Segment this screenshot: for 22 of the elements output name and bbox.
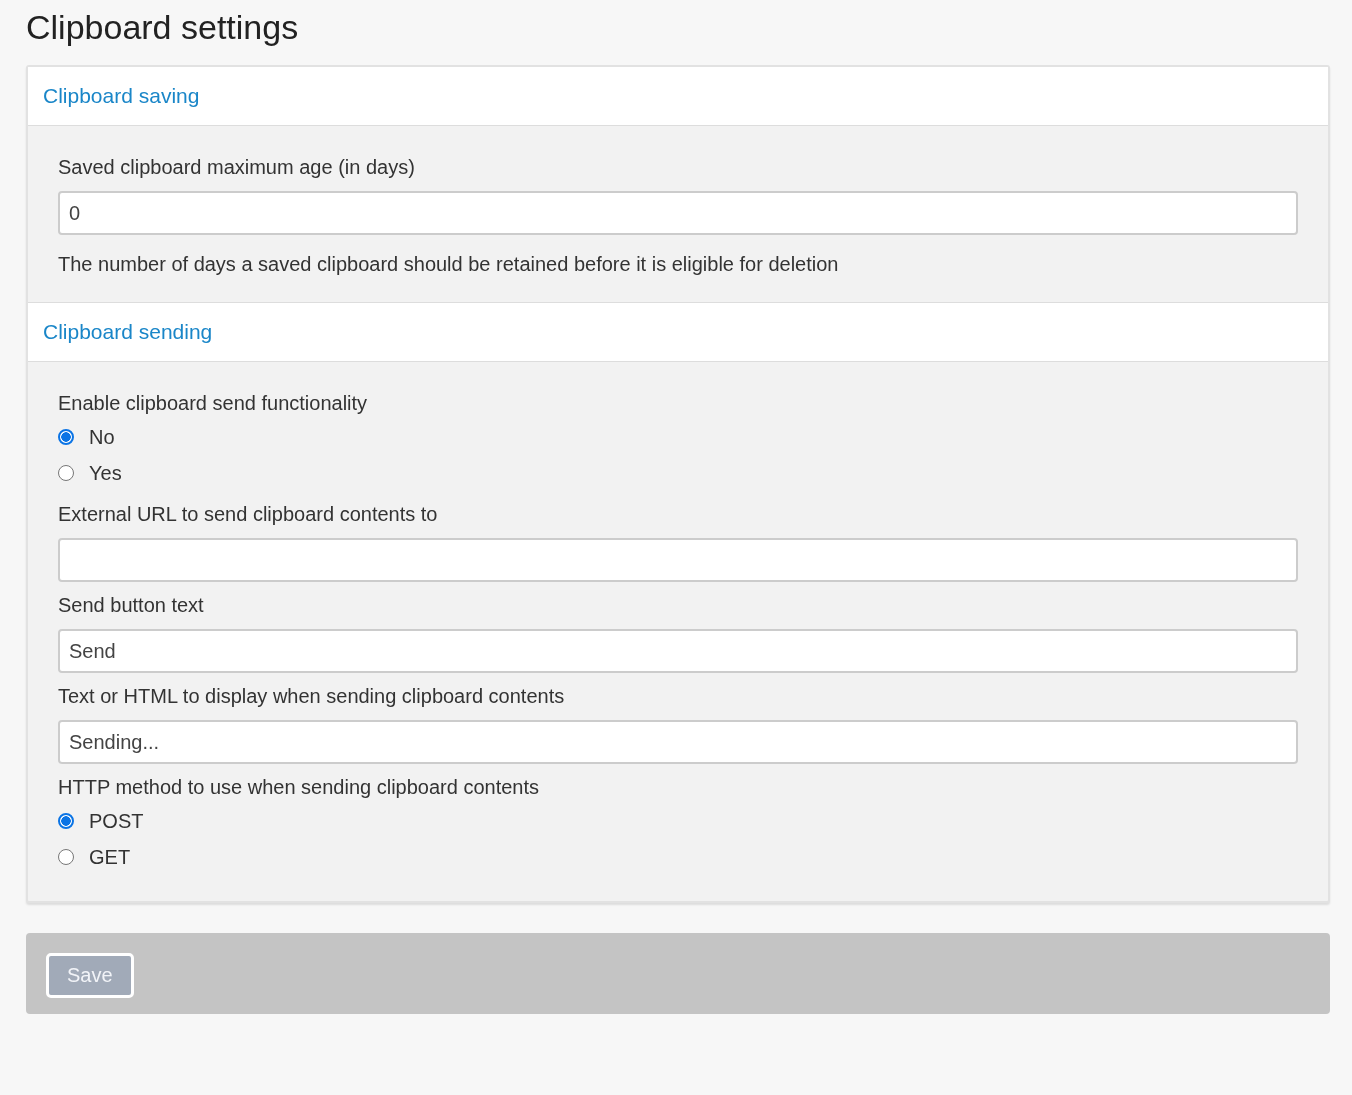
page-title: Clipboard settings bbox=[26, 8, 300, 47]
section-title: Clipboard saving bbox=[43, 84, 200, 108]
text-input-field[interactable] bbox=[58, 538, 1298, 582]
radio-label[interactable]: Yes bbox=[89, 461, 122, 485]
radio-button[interactable] bbox=[58, 849, 74, 865]
field-label: HTTP method to use when sending clipboard contents bbox=[58, 776, 541, 799]
radio-label[interactable]: No bbox=[89, 425, 115, 449]
text-input-field[interactable]: 0 bbox=[58, 191, 1298, 235]
radio-label[interactable]: GET bbox=[89, 845, 131, 869]
radio-label[interactable]: POST bbox=[89, 809, 144, 833]
field-label: Send button text bbox=[58, 594, 205, 617]
text-input-field[interactable]: Send bbox=[58, 629, 1298, 673]
text-input-field[interactable]: Sending... bbox=[58, 720, 1298, 764]
field-label: Saved clipboard maximum age (in days) bbox=[58, 156, 416, 179]
section-title: Clipboard sending bbox=[43, 320, 213, 344]
field-label: Enable clipboard send functionality bbox=[58, 392, 369, 415]
help-text: The number of days a saved clipboard should be retained before it is eligible for deletion bbox=[58, 253, 840, 276]
radio-button[interactable] bbox=[58, 465, 74, 481]
radio-button[interactable] bbox=[58, 813, 74, 829]
field-label: External URL to send clipboard contents to bbox=[58, 503, 439, 526]
radio-button[interactable] bbox=[58, 429, 74, 445]
field-label: Text or HTML to display when sending clipboard contents bbox=[58, 685, 566, 708]
